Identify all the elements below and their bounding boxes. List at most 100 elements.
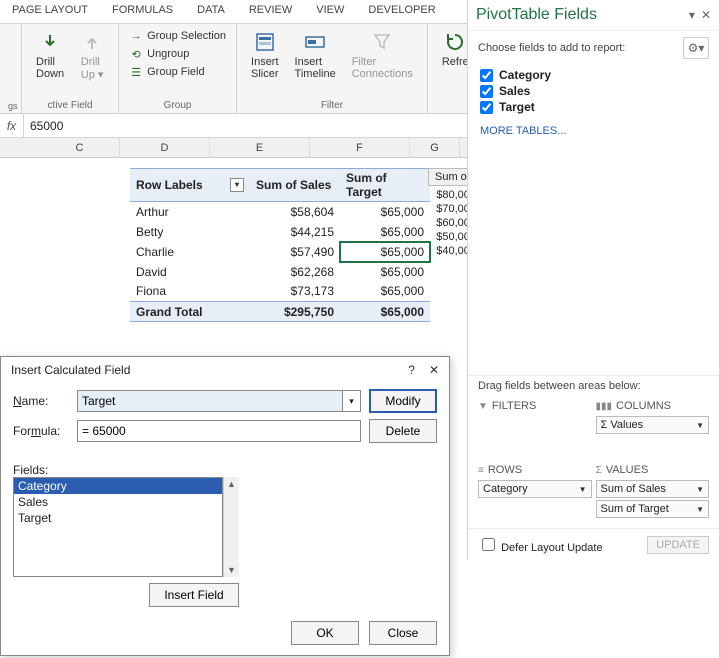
table-row: Arthur$58,604$65,000 bbox=[130, 202, 430, 222]
pane-close-icon[interactable]: ✕ bbox=[701, 8, 711, 22]
pane-title: PivotTable Fields bbox=[476, 6, 597, 24]
fields-listbox[interactable]: Category Sales Target bbox=[13, 477, 223, 577]
field-sales-checkbox[interactable] bbox=[480, 85, 493, 98]
pivot-header-sum-sales: Sum of Sales bbox=[250, 169, 340, 202]
delete-button[interactable]: Delete bbox=[369, 419, 437, 443]
modify-button[interactable]: Modify bbox=[369, 389, 437, 413]
area-filters[interactable]: ▼FILTERS bbox=[476, 396, 594, 460]
field-category-checkbox[interactable] bbox=[480, 69, 493, 82]
drill-up-button[interactable]: DrillUp ▾ bbox=[74, 28, 110, 83]
fields-label: Fields: bbox=[13, 463, 437, 477]
tab-formulas[interactable]: FORMULAS bbox=[100, 0, 185, 23]
table-row: Fiona$73,173$65,000 bbox=[130, 282, 430, 302]
group-field-button[interactable]: ☰Group Field bbox=[127, 64, 228, 80]
col-header-g[interactable]: G bbox=[410, 138, 460, 157]
col-header-f[interactable]: F bbox=[310, 138, 410, 157]
grand-total-row: Grand Total$295,750$65,000 bbox=[130, 302, 430, 322]
pane-settings-button[interactable]: ⚙ ▾ bbox=[683, 37, 709, 59]
update-button[interactable]: UPDATE bbox=[647, 536, 709, 554]
more-tables-link[interactable]: MORE TABLES... bbox=[468, 117, 719, 145]
name-input[interactable] bbox=[77, 390, 343, 412]
col-header-c[interactable]: C bbox=[40, 138, 120, 157]
insert-calculated-field-dialog: Insert Calculated Field ? ✕ Name: ▾ Modi… bbox=[0, 356, 450, 656]
table-row: Charlie$57,490$65,000 bbox=[130, 242, 430, 262]
formula-label: Formula: bbox=[13, 424, 69, 438]
chevron-down-icon: ▼ bbox=[696, 485, 704, 494]
group-field-icon: ☰ bbox=[129, 65, 143, 79]
tab-developer[interactable]: DEVELOPER bbox=[356, 0, 447, 23]
area-values[interactable]: ΣVALUES Sum of Sales▼ Sum of Target▼ bbox=[594, 460, 712, 524]
field-sales[interactable]: Sales bbox=[480, 83, 707, 99]
defer-layout-checkbox[interactable] bbox=[482, 538, 495, 551]
scroll-down-icon[interactable]: ▼ bbox=[227, 565, 236, 575]
filter-group-label: Filter bbox=[245, 98, 419, 111]
field-category[interactable]: Category bbox=[480, 67, 707, 83]
insert-timeline-button[interactable]: InsertTimeline bbox=[289, 28, 342, 82]
tab-view[interactable]: VIEW bbox=[304, 0, 356, 23]
values-icon: Σ bbox=[596, 465, 602, 476]
active-field-group-label: ctive Field bbox=[30, 98, 110, 111]
columns-icon: ▮▮▮ bbox=[596, 401, 613, 412]
list-item[interactable]: Category bbox=[14, 478, 222, 494]
field-target[interactable]: Target bbox=[480, 99, 707, 115]
dialog-help-icon[interactable]: ? bbox=[408, 363, 415, 377]
table-row: Betty$44,215$65,000 bbox=[130, 222, 430, 242]
tab-data[interactable]: DATA bbox=[185, 0, 237, 23]
chevron-down-icon: ▼ bbox=[579, 485, 587, 494]
filter-connections-button[interactable]: FilterConnections bbox=[346, 28, 419, 82]
list-item[interactable]: Target bbox=[14, 510, 222, 526]
dialog-title: Insert Calculated Field bbox=[11, 363, 130, 377]
ungroup-button[interactable]: ⟲Ungroup bbox=[127, 46, 228, 62]
pivot-header-rowlabels[interactable]: Row Labels▾ bbox=[130, 169, 250, 202]
insert-slicer-button[interactable]: InsertSlicer bbox=[245, 28, 285, 82]
drill-up-icon bbox=[80, 30, 104, 54]
field-list: Category Sales Target bbox=[468, 65, 719, 117]
tab-review[interactable]: REVIEW bbox=[237, 0, 304, 23]
scroll-up-icon[interactable]: ▲ bbox=[227, 479, 236, 489]
tab-page-layout[interactable]: PAGE LAYOUT bbox=[0, 0, 100, 23]
slicer-icon bbox=[253, 30, 277, 54]
listbox-scrollbar[interactable]: ▲ ▼ bbox=[223, 477, 239, 577]
rows-icon: ≡ bbox=[478, 465, 484, 476]
close-button[interactable]: Close bbox=[369, 621, 437, 645]
defer-layout-checkbox-label[interactable]: Defer Layout Update bbox=[478, 535, 603, 554]
gear-icon: ⚙ bbox=[688, 41, 699, 55]
group-selection-icon: → bbox=[129, 29, 143, 43]
drill-down-icon bbox=[38, 30, 62, 54]
area-rows[interactable]: ≡ROWS Category▼ bbox=[476, 460, 594, 524]
fx-icon[interactable]: fx bbox=[0, 114, 24, 137]
field-target-checkbox[interactable] bbox=[480, 101, 493, 114]
filter-icon: ▼ bbox=[478, 401, 488, 412]
pane-dropdown-icon[interactable]: ▾ bbox=[689, 8, 695, 22]
chip-sum-of-sales[interactable]: Sum of Sales▼ bbox=[596, 480, 710, 498]
area-columns[interactable]: ▮▮▮COLUMNS Σ Values▼ bbox=[594, 396, 712, 460]
dialog-close-icon[interactable]: ✕ bbox=[429, 363, 439, 377]
pivottable-fields-pane: PivotTable Fields ▾ ✕ Choose fields to a… bbox=[467, 0, 719, 560]
chevron-down-icon: ▼ bbox=[696, 505, 704, 514]
chip-sum-of-target[interactable]: Sum of Target▼ bbox=[596, 500, 710, 518]
name-label: Name: bbox=[13, 394, 69, 408]
ok-button[interactable]: OK bbox=[291, 621, 359, 645]
group-selection-button[interactable]: →Group Selection bbox=[127, 28, 228, 44]
filter-connections-icon bbox=[370, 30, 394, 54]
row-labels-dropdown-icon[interactable]: ▾ bbox=[230, 178, 244, 192]
timeline-icon bbox=[303, 30, 327, 54]
refresh-icon bbox=[443, 30, 467, 54]
drill-down-button[interactable]: DrillDown bbox=[30, 28, 70, 83]
ungroup-icon: ⟲ bbox=[129, 47, 143, 61]
chip-sigma-values[interactable]: Σ Values▼ bbox=[596, 416, 710, 434]
chip-category[interactable]: Category▼ bbox=[478, 480, 592, 498]
group-group-label: Group bbox=[127, 98, 228, 111]
col-header-d[interactable]: D bbox=[120, 138, 210, 157]
chevron-down-icon: ▾ bbox=[349, 396, 354, 407]
col-header-e[interactable]: E bbox=[210, 138, 310, 157]
insert-field-button[interactable]: Insert Field bbox=[149, 583, 239, 607]
pivot-table: Row Labels▾ Sum of Sales Sum of Target A… bbox=[130, 168, 430, 322]
formula-input-dialog[interactable] bbox=[77, 420, 361, 442]
selected-cell[interactable]: $65,000 bbox=[340, 242, 430, 262]
list-item[interactable]: Sales bbox=[14, 494, 222, 510]
pivot-header-sum-target: Sum of Target bbox=[340, 169, 430, 202]
name-combo-button[interactable]: ▾ bbox=[343, 390, 361, 412]
table-row: David$62,268$65,000 bbox=[130, 262, 430, 282]
pane-subtitle: Choose fields to add to report: bbox=[478, 42, 625, 54]
